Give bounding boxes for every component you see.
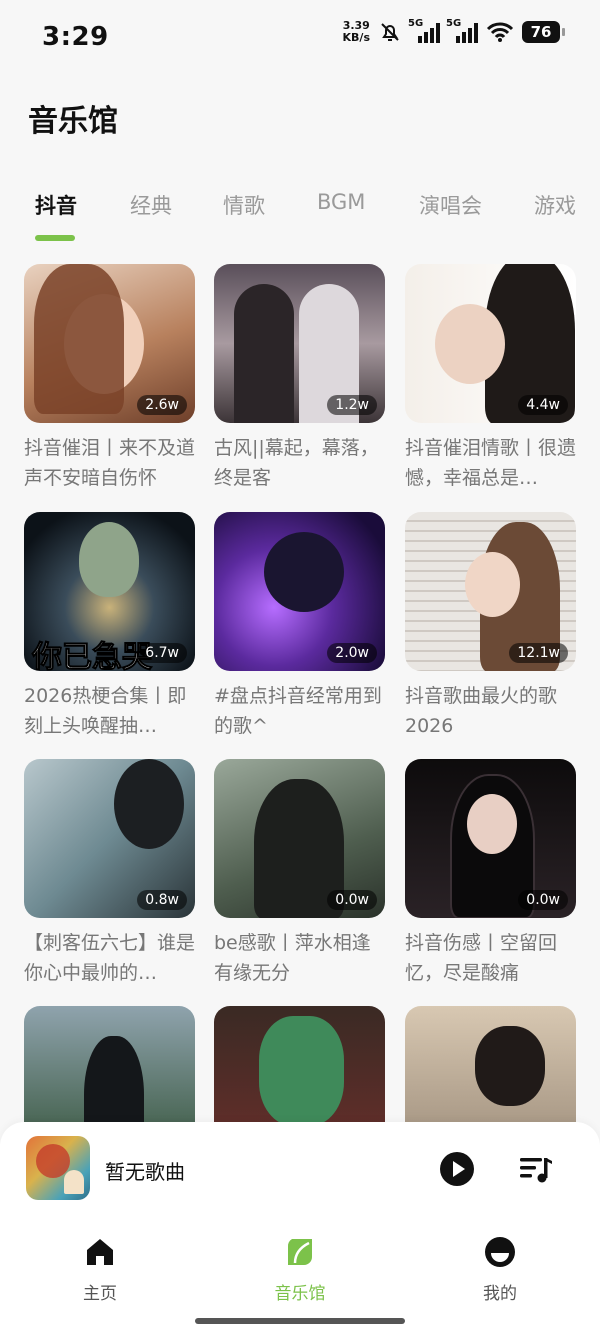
- page-title: 音乐馆: [28, 104, 118, 139]
- nav-home[interactable]: 主页: [40, 1235, 160, 1304]
- tab-games[interactable]: 游戏: [534, 190, 576, 220]
- playlist-cover: 0.0w: [214, 759, 385, 918]
- playlist-icon[interactable]: [518, 1154, 554, 1184]
- play-count: 12.1w: [509, 643, 568, 663]
- playlist-card[interactable]: 12.1w 抖音歌曲最火的歌2026: [405, 512, 576, 741]
- playlist-card[interactable]: 0.0w be感歌丨萍水相逢有缘无分: [214, 759, 385, 988]
- category-tabs: 抖音 经典 情歌 BGM 演唱会 游戏: [0, 190, 600, 244]
- playlist-title: 抖音歌曲最火的歌2026: [405, 685, 558, 737]
- play-count: 4.4w: [518, 395, 568, 415]
- playlist-cover: 你已急哭 6.7w: [24, 512, 195, 671]
- playlist-card[interactable]: 4.4w 抖音催泪情歌丨很遗憾，幸福总是…: [405, 264, 576, 493]
- nav-home-label: 主页: [83, 1284, 117, 1304]
- nav-profile[interactable]: 我的: [440, 1235, 560, 1304]
- now-playing-title[interactable]: 暂无歌曲: [105, 1156, 185, 1185]
- signal-sim2-icon: 5G: [446, 18, 478, 43]
- play-count: 1.2w: [327, 395, 377, 415]
- playlist-title: 【刺客伍六七】谁是你心中最帅的…: [24, 932, 195, 984]
- playlist-title: 抖音催泪丨来不及道声不安暗自伤怀: [24, 437, 195, 489]
- playlist-card[interactable]: 你已急哭 6.7w 2026热梗合集丨即刻上头唤醒抽…: [24, 512, 195, 741]
- battery-icon: 76: [522, 21, 565, 43]
- playlist-cover: 0.0w: [405, 759, 576, 918]
- tab-love-songs[interactable]: 情歌: [223, 190, 265, 220]
- playlist-card[interactable]: 1.2w 古风||幕起，幕落，终是客: [214, 264, 385, 493]
- cover-overlay-text: 你已急哭: [32, 640, 153, 672]
- status-icons: 3.39 KB/s 5G 5G 76: [343, 18, 565, 44]
- play-count: 0.0w: [327, 890, 377, 910]
- nav-profile-label: 我的: [483, 1284, 517, 1304]
- music-hall-icon: [287, 1239, 312, 1265]
- sim1-label: 5G: [408, 18, 424, 29]
- playlist-title: #盘点抖音经常用到的歌^: [214, 685, 382, 737]
- playlist-title: be感歌丨萍水相逢有缘无分: [214, 932, 371, 984]
- tab-indicator: [35, 235, 75, 241]
- status-bar: 3:29 3.39 KB/s 5G 5G 76: [0, 0, 600, 72]
- play-button[interactable]: [440, 1152, 474, 1186]
- playlist-card[interactable]: 0.8w 【刺客伍六七】谁是你心中最帅的…: [24, 759, 195, 988]
- tab-concert[interactable]: 演唱会: [419, 190, 482, 220]
- network-speed-unit: KB/s: [342, 31, 370, 44]
- playlist-card[interactable]: 2.6w 抖音催泪丨来不及道声不安暗自伤怀: [24, 264, 195, 493]
- mute-bell-icon: [381, 23, 399, 41]
- tab-classic[interactable]: 经典: [130, 190, 172, 220]
- play-count: 2.6w: [137, 395, 187, 415]
- playlist-cover: 0.8w: [24, 759, 195, 918]
- play-count: 0.0w: [518, 890, 568, 910]
- playlist-cover: 2.6w: [24, 264, 195, 423]
- playlist-cover: 2.0w: [214, 512, 385, 671]
- nav-music-hall[interactable]: 音乐馆: [240, 1235, 360, 1304]
- playlist-title: 抖音催泪情歌丨很遗憾，幸福总是…: [405, 437, 576, 489]
- status-time: 3:29: [42, 22, 109, 52]
- wifi-icon: [486, 22, 514, 42]
- playlist-title: 抖音伤感丨空留回忆，尽是酸痛: [405, 932, 558, 984]
- nav-music-hall-label: 音乐馆: [274, 1284, 326, 1304]
- signal-sim1-icon: 5G: [408, 18, 440, 43]
- play-count: 2.0w: [327, 643, 377, 663]
- playlist-cover: 12.1w: [405, 512, 576, 671]
- play-count: 0.8w: [137, 890, 187, 910]
- playlist-title: 2026热梗合集丨即刻上头唤醒抽…: [24, 685, 187, 737]
- playlist-card[interactable]: 2.0w #盘点抖音经常用到的歌^: [214, 512, 385, 741]
- now-playing-cover[interactable]: [26, 1136, 90, 1200]
- home-icon: [87, 1239, 113, 1265]
- play-icon: [453, 1161, 465, 1177]
- profile-icon: [485, 1237, 515, 1267]
- sim2-label: 5G: [446, 18, 462, 29]
- battery-level: 76: [530, 23, 552, 41]
- network-speed: 3.39 KB/s: [343, 20, 370, 44]
- home-indicator[interactable]: [195, 1318, 405, 1324]
- playlist-cover: 1.2w: [214, 264, 385, 423]
- playlist-title: 古风||幕起，幕落，终是客: [214, 437, 379, 489]
- play-count: 6.7w: [137, 643, 187, 663]
- playlist-card[interactable]: 0.0w 抖音伤感丨空留回忆，尽是酸痛: [405, 759, 576, 988]
- tab-douyin[interactable]: 抖音: [35, 190, 77, 220]
- playlist-cover: 4.4w: [405, 264, 576, 423]
- tab-bgm[interactable]: BGM: [317, 190, 365, 214]
